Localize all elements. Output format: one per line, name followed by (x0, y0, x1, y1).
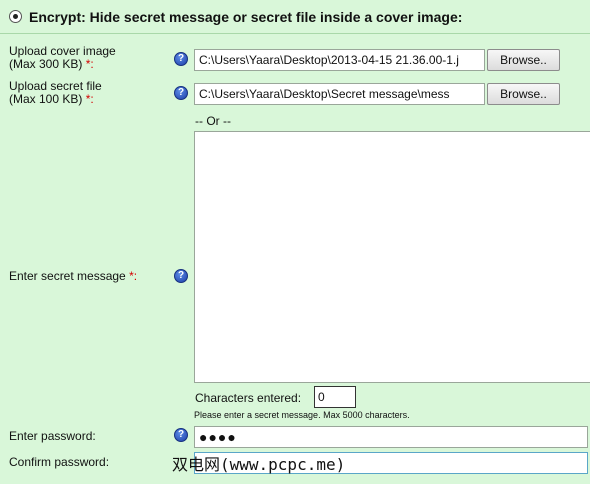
help-icon[interactable]: ? (174, 52, 188, 66)
cover-image-file-input[interactable]: C:\Users\Yaara\Desktop\2013-04-15 21.36.… (194, 49, 485, 71)
or-divider-text: -- Or -- (195, 114, 231, 128)
password-input[interactable]: ●●●● (194, 426, 588, 448)
watermark-text: 双电网(www.pcpc.me) (172, 455, 346, 474)
encrypt-title: Encrypt: Hide secret message or secret f… (29, 9, 463, 25)
characters-entered-label: Characters entered: (195, 391, 302, 405)
required-marker: *: (85, 57, 94, 71)
secret-message-hint: Please enter a secret message. Max 5000 … (194, 410, 410, 420)
secret-message-textarea[interactable] (194, 131, 590, 383)
cover-image-browse-button[interactable]: Browse.. (487, 49, 560, 71)
secret-file-browse-button[interactable]: Browse.. (487, 83, 560, 105)
secret-file-file-input[interactable]: C:\Users\Yaara\Desktop\Secret message\me… (194, 83, 485, 105)
help-icon[interactable]: ? (174, 86, 188, 100)
encrypt-radio[interactable] (9, 10, 22, 23)
required-marker: *: (85, 92, 94, 106)
cover-image-label: Upload cover image (Max 300 KB) *: (9, 45, 116, 71)
required-marker: *: (129, 269, 138, 283)
characters-entered-count: 0 (314, 386, 356, 408)
secret-message-label-text: Enter secret message (9, 269, 126, 283)
cover-image-sub-label: (Max 300 KB) (9, 57, 83, 71)
confirm-password-label: Confirm password: (9, 455, 110, 469)
secret-file-sub-label: (Max 100 KB) (9, 92, 83, 106)
secret-message-label: Enter secret message *: (9, 270, 137, 283)
help-icon[interactable]: ? (174, 428, 188, 442)
password-label: Enter password: (9, 429, 96, 443)
encrypt-section-header: Encrypt: Hide secret message or secret f… (0, 0, 590, 34)
secret-file-label: Upload secret file (Max 100 KB) *: (9, 80, 102, 106)
cover-image-label-text: Upload cover image (9, 44, 116, 58)
secret-file-label-text: Upload secret file (9, 79, 102, 93)
help-icon[interactable]: ? (174, 269, 188, 283)
